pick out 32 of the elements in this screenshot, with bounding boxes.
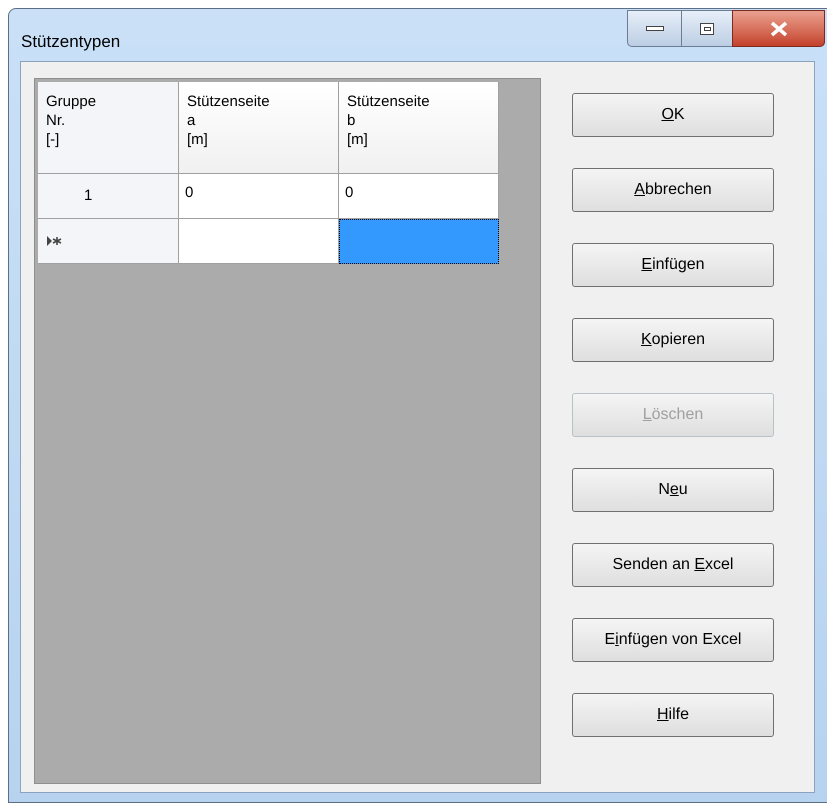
dialog-button[interactable]: Senden an Excel: [572, 543, 774, 587]
dialog-button[interactable]: Neu: [572, 468, 774, 512]
dialog-button[interactable]: Kopieren: [572, 318, 774, 362]
header-text: Gruppe: [46, 92, 98, 111]
header-text: [m]: [347, 130, 369, 149]
minimize-button[interactable]: [627, 10, 682, 47]
dialog-button[interactable]: Abbrechen: [572, 168, 774, 212]
dialog-button[interactable]: Hilfe: [572, 693, 774, 737]
column-header[interactable]: Stützenseite b [m]: [339, 82, 499, 174]
maximize-button[interactable]: [682, 10, 732, 47]
table-cell[interactable]: 0: [339, 174, 499, 219]
close-button[interactable]: [732, 10, 825, 47]
column-header[interactable]: Gruppe Nr. [-]: [38, 82, 179, 174]
header-text: Stützenseite: [347, 92, 431, 111]
header-text: Stützenseite: [187, 92, 271, 111]
new-row-marker-icon: [47, 236, 63, 246]
table-cell[interactable]: 0: [179, 174, 339, 219]
column-header[interactable]: Stützenseite a [m]: [179, 82, 339, 174]
header-text: [-]: [46, 130, 60, 149]
header-text: [m]: [187, 130, 209, 149]
table-cell[interactable]: [179, 219, 339, 264]
header-text: b: [347, 111, 356, 130]
header-text: Nr.: [46, 111, 66, 130]
table-cell[interactable]: [339, 219, 499, 264]
row-number: 1: [84, 186, 92, 206]
window-title: Stützentypen: [21, 31, 120, 53]
close-icon: [768, 20, 788, 36]
header-text: a: [187, 111, 196, 130]
dialog-button[interactable]: OK: [572, 93, 774, 137]
dialog-button[interactable]: Einfügen: [572, 243, 774, 287]
row-header[interactable]: 1: [38, 174, 179, 219]
dialog-button[interactable]: Einfügen von Excel: [572, 618, 774, 662]
